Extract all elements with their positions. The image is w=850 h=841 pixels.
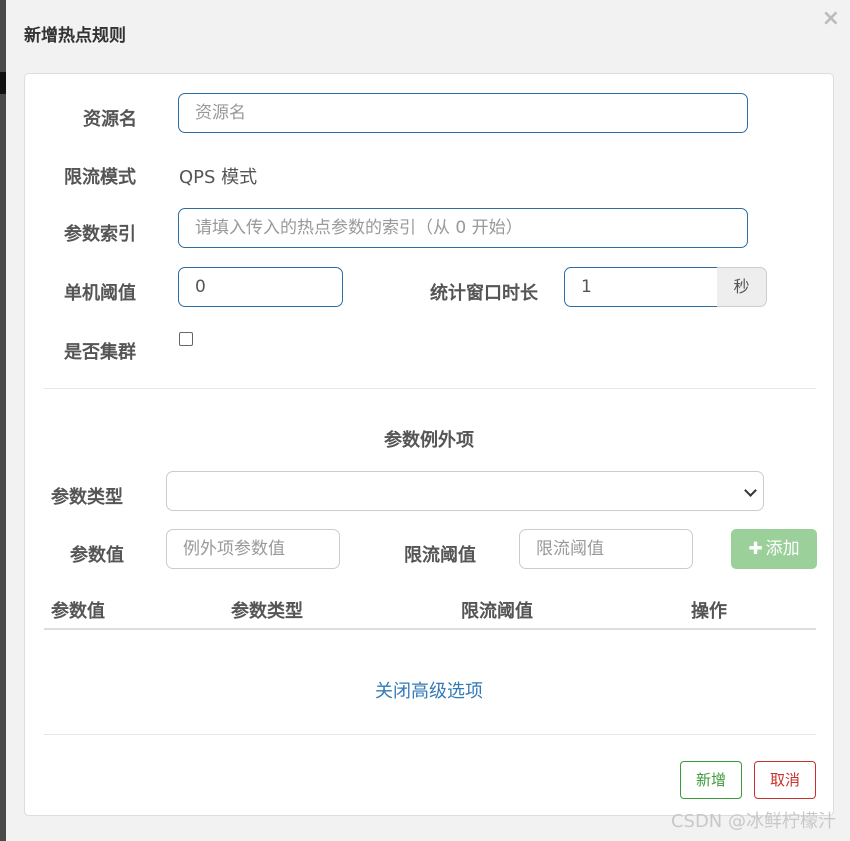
exception-limit-placeholder: 限流阈值 bbox=[536, 539, 604, 559]
cluster-label: 是否集群 bbox=[64, 342, 136, 363]
submit-add-button[interactable]: 新增 bbox=[680, 761, 742, 799]
param-index-placeholder: 请填入传入的热点参数的索引（从 0 开始） bbox=[195, 218, 523, 238]
resource-placeholder: 资源名 bbox=[195, 103, 246, 123]
resource-label: 资源名 bbox=[83, 109, 137, 130]
limit-mode-value: QPS 模式 bbox=[179, 167, 258, 188]
column-header-param-value: 参数值 bbox=[51, 601, 105, 622]
close-icon[interactable]: × bbox=[822, 6, 840, 31]
close-advanced-options-link[interactable]: 关闭高级选项 bbox=[25, 677, 833, 703]
cancel-button[interactable]: 取消 bbox=[754, 761, 816, 799]
threshold-label: 单机阈值 bbox=[64, 283, 136, 304]
param-index-input[interactable]: 请填入传入的热点参数的索引（从 0 开始） bbox=[178, 208, 748, 248]
window-input[interactable]: 1 bbox=[564, 267, 719, 307]
param-value-placeholder: 例外项参数值 bbox=[183, 539, 285, 559]
rule-form-panel: 资源名 资源名 限流模式 QPS 模式 参数索引 请填入传入的热点参数的索引（从… bbox=[24, 73, 834, 816]
param-type-label: 参数类型 bbox=[51, 487, 123, 508]
exception-limit-label: 限流阈值 bbox=[404, 545, 476, 566]
param-value-input[interactable]: 例外项参数值 bbox=[166, 529, 340, 569]
add-exception-label: 添加 bbox=[765, 539, 800, 559]
threshold-input[interactable]: 0 bbox=[178, 267, 343, 307]
section-divider bbox=[44, 388, 816, 389]
cluster-checkbox[interactable] bbox=[179, 332, 193, 346]
chevron-down-icon bbox=[744, 484, 757, 497]
watermark: CSDN @冰鲜柠檬汁 bbox=[670, 811, 836, 832]
resource-input[interactable]: 资源名 bbox=[178, 93, 748, 133]
add-hotspot-rule-dialog: 新增热点规则 × 资源名 资源名 限流模式 QPS 模式 参数索引 请填入传入的… bbox=[6, 0, 850, 841]
limit-mode-label: 限流模式 bbox=[64, 167, 136, 188]
footer-divider bbox=[44, 734, 816, 735]
dialog-title: 新增热点规则 bbox=[24, 26, 126, 46]
param-value-label: 参数值 bbox=[70, 545, 124, 566]
exceptions-title: 参数例外项 bbox=[384, 430, 474, 451]
column-header-actions: 操作 bbox=[691, 601, 727, 622]
column-header-param-type: 参数类型 bbox=[231, 601, 303, 622]
param-index-label: 参数索引 bbox=[64, 224, 136, 245]
table-header-border bbox=[44, 628, 816, 630]
exception-limit-input[interactable]: 限流阈值 bbox=[519, 529, 693, 569]
param-type-select[interactable] bbox=[166, 471, 764, 511]
window-unit-addon: 秒 bbox=[717, 267, 767, 307]
plus-icon: ✚ bbox=[748, 539, 763, 559]
column-header-limit: 限流阈值 bbox=[461, 601, 533, 622]
window-label: 统计窗口时长 bbox=[430, 283, 538, 304]
add-exception-button[interactable]: ✚ 添加 bbox=[731, 529, 817, 569]
